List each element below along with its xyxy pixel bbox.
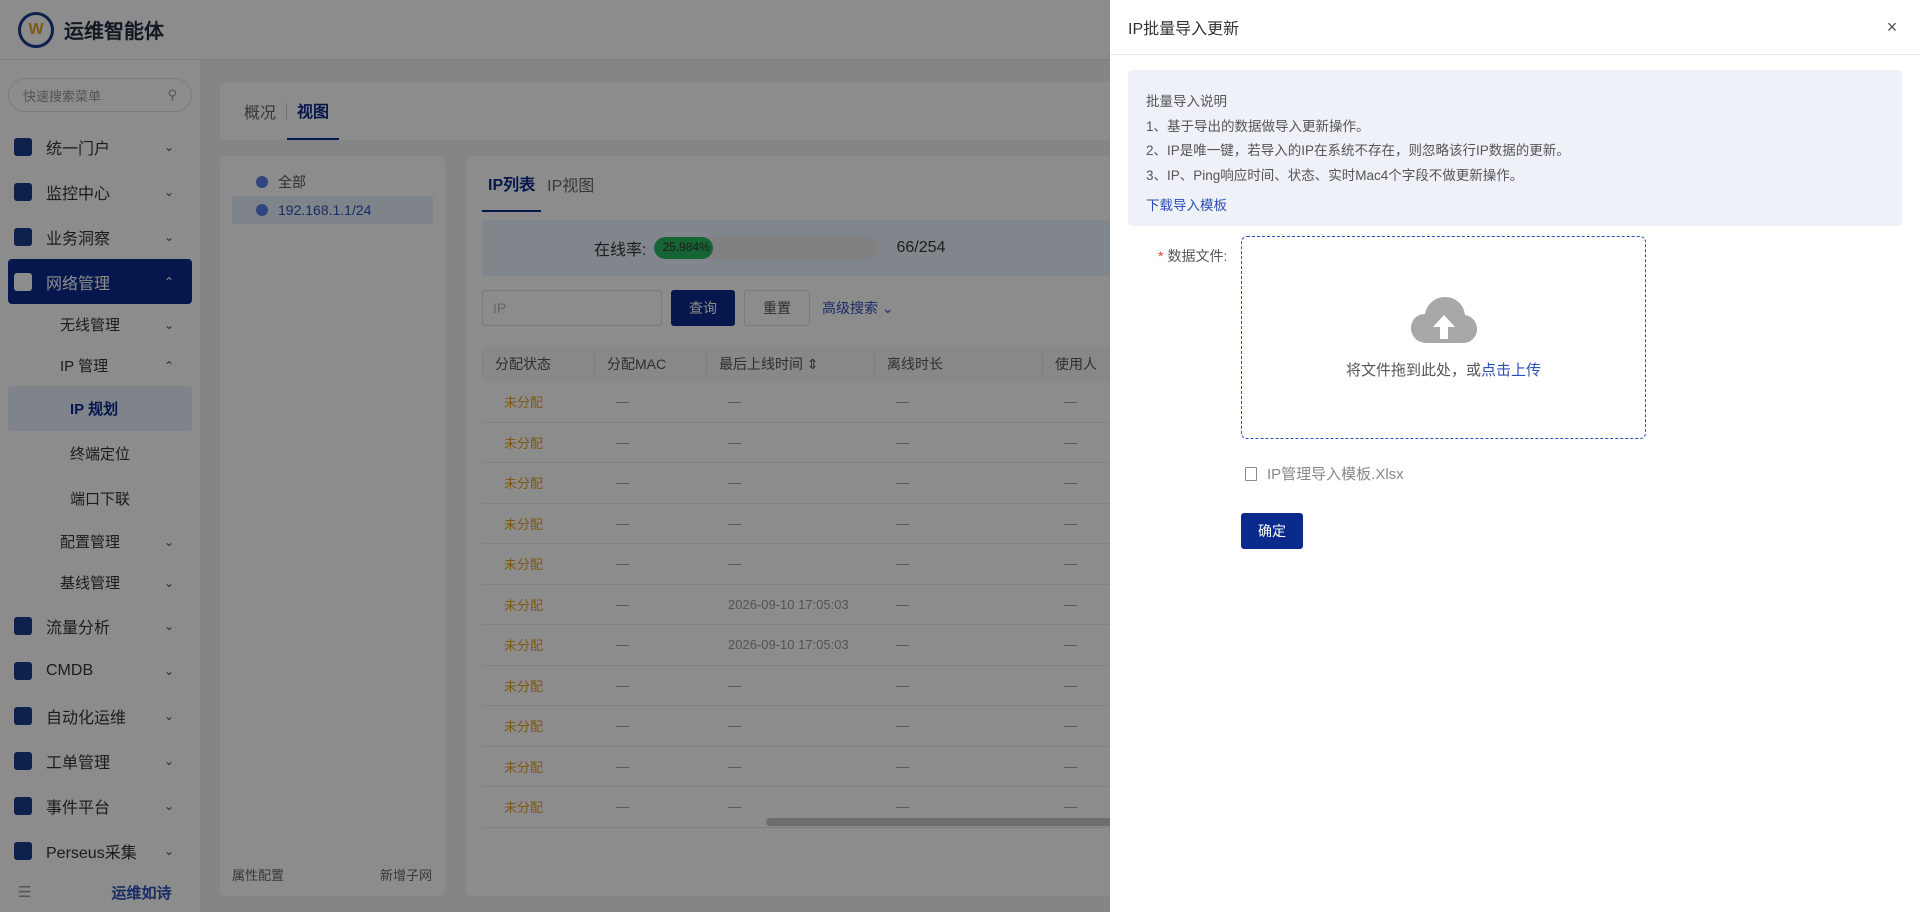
close-icon[interactable]: × (1882, 17, 1902, 38)
notice-line: 3、IP、Ping响应时间、状态、实时Mac4个字段不做更新操作。 (1146, 167, 1524, 183)
download-template-link[interactable]: 下载导入模板 (1146, 194, 1227, 219)
drawer-title: IP批量导入更新 (1128, 21, 1240, 38)
notice-title: 批量导入说明 (1146, 94, 1227, 109)
notice-line: 1、基于导出的数据做导入更新操作。 (1146, 118, 1370, 134)
import-notice: 批量导入说明 1、基于导出的数据做导入更新操作。 2、IP是唯一键，若导入的IP… (1128, 70, 1902, 226)
upload-dropzone[interactable]: 将文件拖到此处，或点击上传 (1241, 236, 1646, 439)
notice-line: 2、IP是唯一键，若导入的IP在系统不存在，则忽略该行IP数据的更新。 (1146, 143, 1570, 158)
import-drawer: IP批量导入更新 × 批量导入说明 1、基于导出的数据做导入更新操作。 2、IP… (1110, 0, 1920, 912)
drawer-header: IP批量导入更新 × (1110, 0, 1920, 55)
required-mark: * (1158, 248, 1164, 264)
upload-hint: 将文件拖到此处，或点击上传 (1346, 359, 1541, 380)
uploaded-file-name: IP管理导入模板.Xlsx (1267, 466, 1404, 483)
data-file-label: * 数据文件: (1158, 246, 1227, 266)
confirm-button[interactable]: 确定 (1241, 513, 1303, 549)
uploaded-file[interactable]: IP管理导入模板.Xlsx (1245, 463, 1404, 484)
upload-hint-text: 将文件拖到此处，或 (1345, 362, 1481, 379)
data-file-label-text: 数据文件: (1167, 248, 1228, 264)
app-root: W 运维智能体 快速搜索菜单 ⚲ 统一门户 ⌄ 监控中心 ⌄ 业务洞察 ⌄ 网络… (0, 0, 1920, 912)
click-upload-link[interactable]: 点击上传 (1481, 362, 1541, 379)
document-icon (1245, 466, 1257, 481)
cloud-upload-icon (1410, 297, 1477, 343)
